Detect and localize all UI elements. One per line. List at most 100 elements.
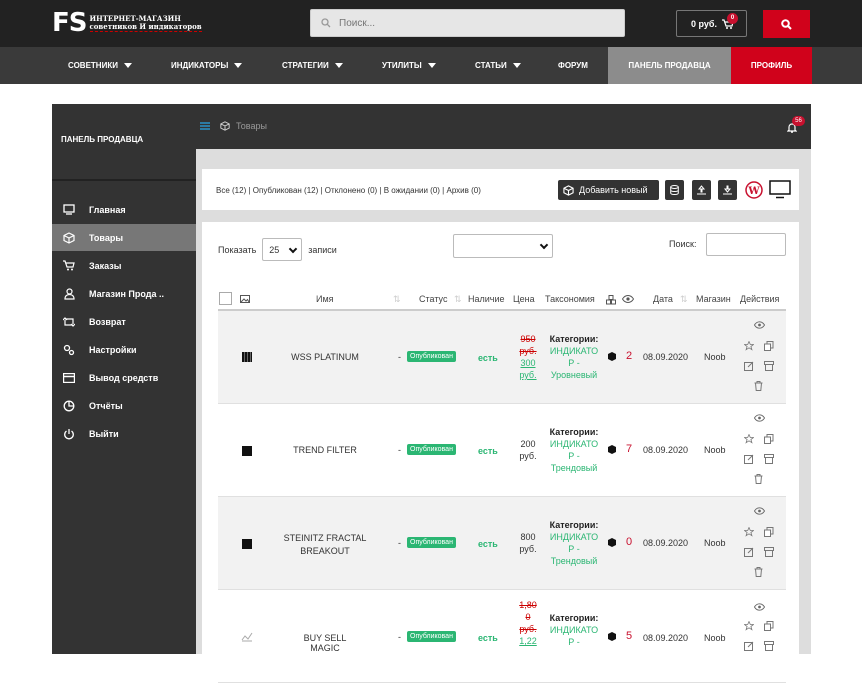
menu-icon[interactable] — [200, 122, 210, 130]
nav-forum[interactable]: ФОРУМ — [558, 47, 588, 84]
nav-indicators[interactable]: ИНДИКАТОРЫ — [171, 47, 243, 84]
cart-button[interactable]: 0 руб. 0 — [676, 10, 747, 37]
search-button[interactable] — [763, 10, 810, 38]
trash-icon[interactable] — [754, 474, 763, 484]
column-header-taxonomy[interactable]: Таксономия — [545, 288, 595, 310]
return-icon — [63, 316, 75, 328]
taxonomy-subcategory[interactable]: Уровневый — [545, 369, 603, 381]
table-row[interactable]: STEINITZ FRACTAL BREAKOUT - Опубликован … — [218, 497, 786, 590]
eye-icon[interactable] — [754, 414, 765, 422]
taxonomy-category-2[interactable]: Р - — [545, 357, 603, 369]
taxonomy-category-2[interactable]: Р - — [545, 543, 603, 555]
star-icon[interactable] — [744, 434, 754, 444]
taxonomy-category[interactable]: ИНДИКАТО — [545, 624, 603, 636]
edit-icon[interactable] — [744, 547, 754, 557]
select-all-checkbox[interactable] — [219, 292, 232, 305]
nav-profile[interactable]: ПРОФИЛЬ — [731, 47, 812, 84]
cart-total: 0 руб. — [691, 18, 717, 29]
sidebar-item-products[interactable]: Товары — [52, 224, 196, 251]
breadcrumb-label[interactable]: Товары — [236, 121, 267, 131]
sidebar-item-home[interactable]: Главная — [52, 196, 196, 223]
column-header-date[interactable]: Дата — [653, 288, 673, 310]
sort-icon: ⇅ — [680, 294, 688, 304]
taxonomy-category[interactable]: ИНДИКАТО — [545, 531, 603, 543]
column-header-price[interactable]: Цена — [513, 288, 535, 310]
database-button[interactable] — [665, 180, 684, 200]
taxonomy-subcategory[interactable]: Трендовый — [545, 555, 603, 567]
product-thumbnail[interactable] — [242, 446, 252, 456]
sidebar-item-seller-store[interactable]: Магазин Прода .. — [52, 280, 196, 307]
sidebar-item-returns[interactable]: Возврат — [52, 308, 196, 335]
status-badge: Опубликован — [407, 537, 456, 548]
sort-icon: ⇅ — [393, 294, 401, 304]
sidebar-item-logout[interactable]: Выйти — [52, 420, 196, 447]
column-header-status[interactable]: Статус — [419, 288, 447, 310]
page-length-select[interactable]: 25 — [262, 238, 303, 261]
copy-icon[interactable] — [764, 621, 774, 631]
table-search-input[interactable] — [706, 233, 786, 256]
product-name[interactable]: TREND FILTER — [288, 445, 362, 455]
copy-icon[interactable] — [764, 341, 774, 351]
product-name[interactable]: BUY SELL MAGIC — [288, 633, 362, 653]
eye-icon[interactable] — [754, 321, 765, 329]
table-row[interactable]: TREND FILTER - Опубликован есть 200 руб.… — [218, 404, 786, 497]
column-header-name[interactable]: Имя — [316, 288, 334, 310]
status-filters[interactable]: Все (12) | Опубликован (12) | Отклонено … — [216, 186, 481, 195]
site-logo[interactable]: FS ИНТЕРНЕТ-МАГАЗИН советников И индикат… — [52, 9, 202, 37]
product-thumbnail[interactable] — [242, 352, 252, 362]
nav-advisors-label: СОВЕТНИКИ — [68, 61, 118, 70]
search-icon — [781, 18, 792, 30]
sidebar-item-settings[interactable]: Настройки — [52, 336, 196, 363]
eye-icon[interactable] — [754, 507, 765, 515]
taxonomy-category-2[interactable]: Р - — [545, 636, 603, 648]
product-date: 08.09.2020 — [643, 352, 689, 362]
monitor-icon[interactable] — [769, 180, 791, 199]
nav-seller-panel[interactable]: ПАНЕЛЬ ПРОДАВЦА — [608, 47, 731, 84]
view-count: 7 — [626, 443, 633, 455]
trash-icon[interactable] — [754, 567, 763, 577]
table-row[interactable]: BUY SELL MAGIC - Опубликован есть 1,80 0… — [218, 590, 786, 683]
wordpress-icon[interactable]: W — [745, 181, 763, 199]
archive-icon[interactable] — [764, 454, 774, 464]
star-icon[interactable] — [744, 621, 754, 631]
nav-strategies[interactable]: СТРАТЕГИИ — [282, 47, 343, 84]
product-name[interactable]: STEINITZ FRACTAL BREAKOUT — [280, 532, 370, 558]
site-search-input[interactable] — [339, 17, 599, 29]
taxonomy-category-2[interactable]: Р - — [545, 450, 603, 462]
archive-icon[interactable] — [764, 547, 774, 557]
product-name[interactable]: WSS PLATINUM — [288, 352, 362, 362]
sidebar-item-withdraw[interactable]: Вывод средств — [52, 364, 196, 391]
nav-utilities[interactable]: УТИЛИТЫ — [382, 47, 436, 84]
taxonomy-category[interactable]: ИНДИКАТО — [545, 345, 603, 357]
nav-advisors[interactable]: СОВЕТНИКИ — [68, 47, 132, 84]
product-thumbnail[interactable] — [241, 632, 253, 642]
price-cell: 200 руб. — [515, 438, 541, 462]
archive-icon[interactable] — [764, 641, 774, 651]
archive-icon[interactable] — [764, 361, 774, 371]
add-new-product-button[interactable]: Добавить новый — [558, 180, 659, 200]
copy-icon[interactable] — [764, 434, 774, 444]
stock-value: есть — [478, 539, 498, 549]
category-filter-select[interactable] — [453, 234, 553, 258]
column-header-stock[interactable]: Наличие — [468, 288, 505, 310]
column-header-store[interactable]: Магазин — [696, 288, 731, 310]
nav-articles[interactable]: СТАТЬИ — [475, 47, 521, 84]
eye-icon[interactable] — [754, 603, 765, 611]
edit-icon[interactable] — [744, 361, 754, 371]
export-button[interactable] — [718, 180, 737, 200]
star-icon[interactable] — [744, 527, 754, 537]
caret-down-icon — [427, 63, 436, 69]
table-row[interactable]: WSS PLATINUM - Опубликован есть 950 руб.… — [218, 311, 786, 404]
taxonomy-subcategory[interactable]: Трендовый — [545, 462, 603, 474]
product-thumbnail[interactable] — [242, 539, 252, 549]
edit-icon[interactable] — [744, 454, 754, 464]
sidebar-item-reports[interactable]: Отчёты — [52, 392, 196, 419]
edit-icon[interactable] — [744, 641, 754, 651]
site-search[interactable] — [310, 9, 625, 37]
trash-icon[interactable] — [754, 381, 763, 391]
taxonomy-category[interactable]: ИНДИКАТО — [545, 438, 603, 450]
sidebar-item-orders[interactable]: Заказы — [52, 252, 196, 279]
star-icon[interactable] — [744, 341, 754, 351]
import-button[interactable] — [692, 180, 711, 200]
copy-icon[interactable] — [764, 527, 774, 537]
